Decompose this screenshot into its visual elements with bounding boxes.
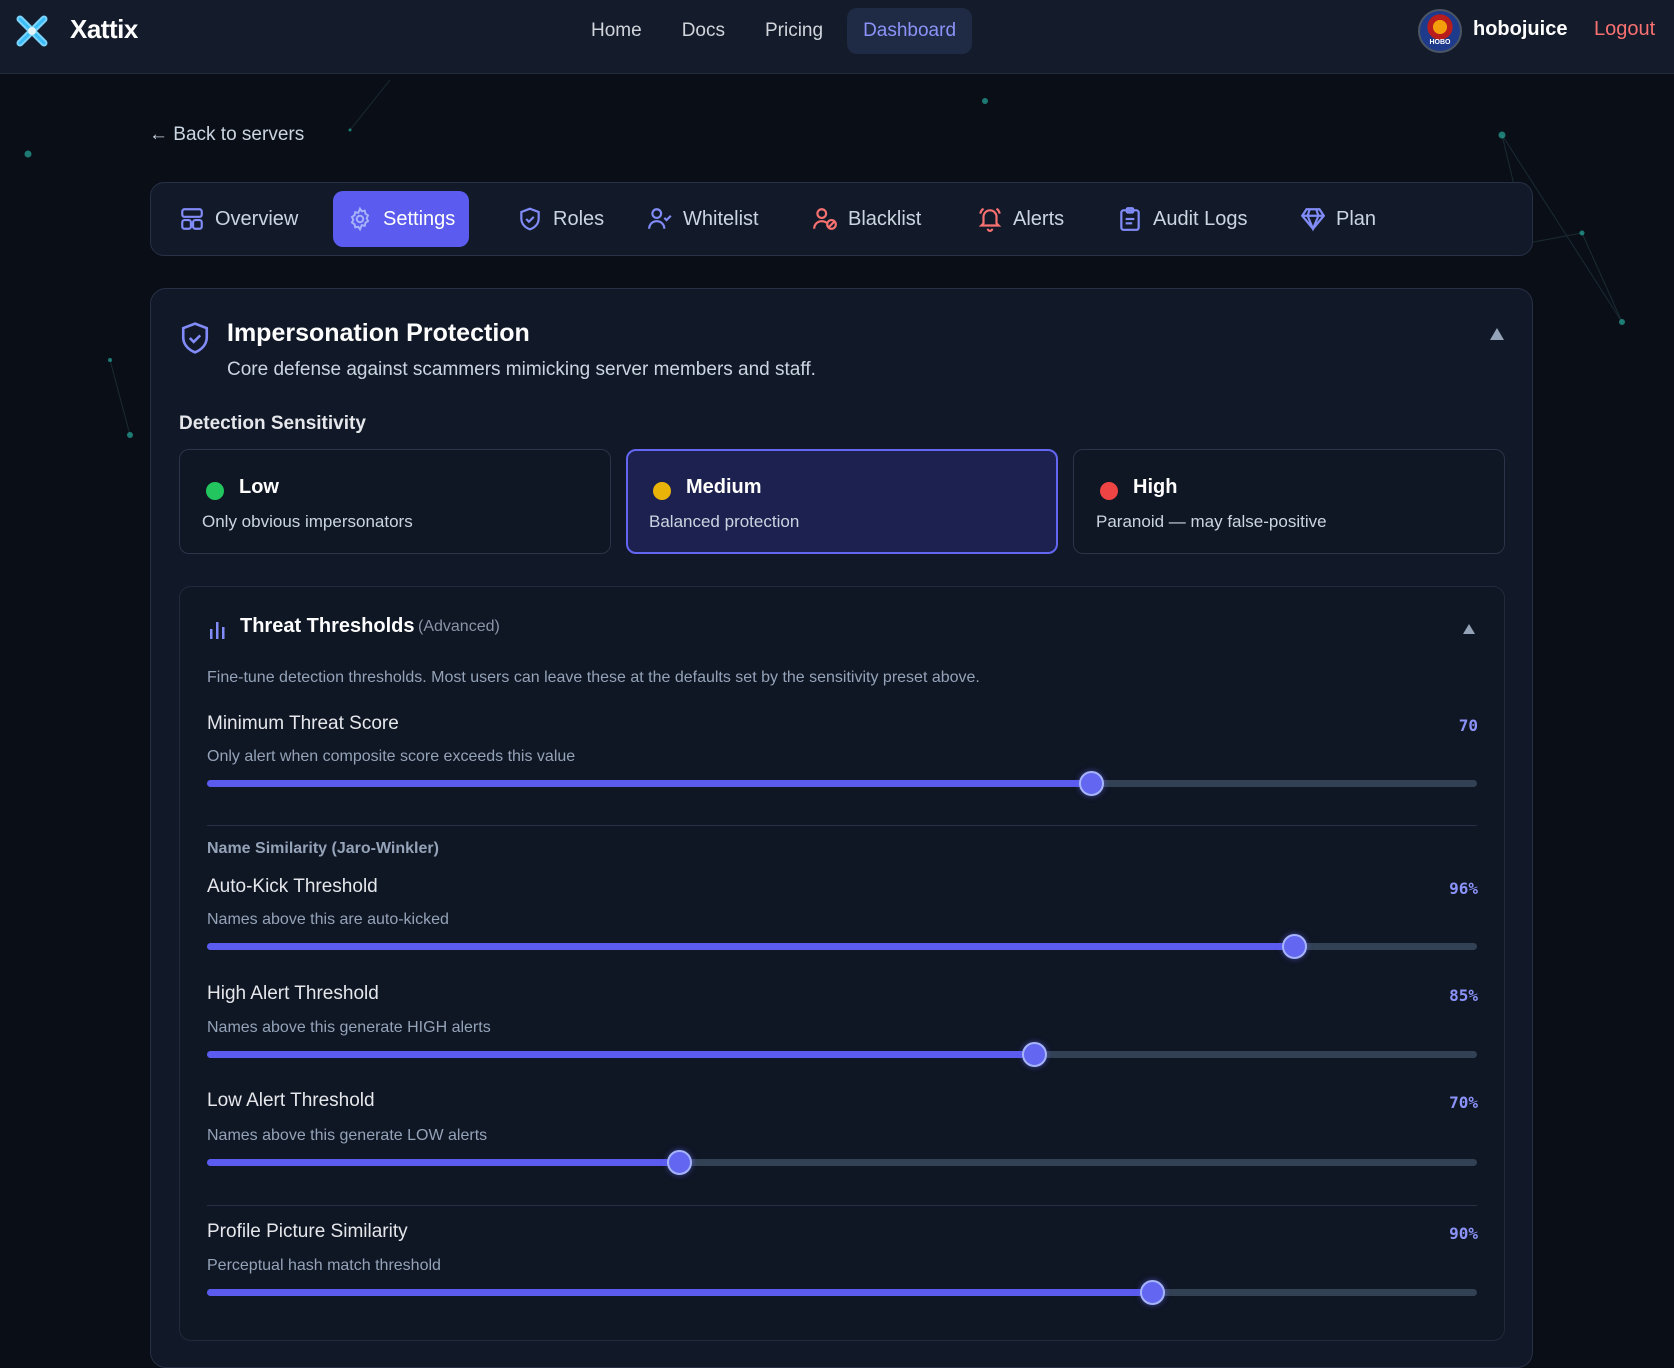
- user-check-icon: [648, 208, 672, 229]
- auto-kick-slider[interactable]: [207, 934, 1477, 959]
- option-name: Low: [239, 476, 279, 498]
- slider-fill: [207, 1051, 1034, 1058]
- tab-label: Audit Logs: [1153, 207, 1248, 230]
- sensitivity-option-medium[interactable]: Medium Balanced protection: [626, 449, 1058, 554]
- pfp-similarity-label: Profile Picture Similarity: [207, 1221, 408, 1242]
- low-alert-slider[interactable]: [207, 1150, 1477, 1175]
- layout-icon: [181, 208, 203, 230]
- low-alert-label: Low Alert Threshold: [207, 1090, 375, 1111]
- low-alert-help: Names above this generate LOW alerts: [207, 1127, 488, 1144]
- logout-link[interactable]: Logout: [1594, 18, 1655, 41]
- thresholds-description: Fine-tune detection thresholds. Most use…: [207, 669, 980, 686]
- min-score-slider[interactable]: [207, 771, 1477, 796]
- sensitivity-option-high[interactable]: High Paranoid — may false-positive: [1073, 449, 1505, 554]
- tab-overview[interactable]: Overview: [165, 191, 312, 247]
- slider-handle[interactable]: [667, 1150, 693, 1175]
- impersonation-protection-card: Impersonation Protection Core defense ag…: [150, 288, 1533, 1368]
- username[interactable]: hobojuice: [1473, 18, 1567, 41]
- option-desc: Only obvious impersonators: [202, 512, 413, 531]
- divider: [207, 1205, 1477, 1206]
- nav-home[interactable]: Home: [575, 8, 658, 54]
- nav-pricing[interactable]: Pricing: [749, 8, 839, 54]
- bar-chart-icon: [210, 622, 225, 639]
- status-dot-green: [206, 482, 224, 500]
- auto-kick-help: Names above this are auto-kicked: [207, 911, 449, 928]
- auto-kick-label: Auto-Kick Threshold: [207, 876, 378, 897]
- pfp-similarity-slider[interactable]: [207, 1280, 1477, 1305]
- bell-icon: [978, 207, 1002, 232]
- pfp-similarity-help: Perceptual hash match threshold: [207, 1257, 441, 1274]
- tab-label: Roles: [553, 207, 605, 230]
- pfp-similarity-value: 90%: [1449, 1224, 1478, 1243]
- min-score-value: 70: [1458, 716, 1478, 735]
- brand-name[interactable]: Xattix: [70, 14, 138, 45]
- tab-blacklist[interactable]: Blacklist: [798, 191, 935, 247]
- shield-icon: [520, 207, 540, 231]
- high-alert-label: High Alert Threshold: [207, 983, 379, 1004]
- threat-thresholds-panel: Threat Thresholds (Advanced) Fine-tune d…: [179, 586, 1505, 1341]
- min-score-help: Only alert when composite score exceeds …: [207, 748, 576, 765]
- high-alert-slider[interactable]: [207, 1042, 1477, 1067]
- nav-dashboard[interactable]: Dashboard: [847, 8, 973, 54]
- option-name: Medium: [686, 476, 762, 498]
- divider: [207, 825, 1477, 826]
- tab-settings[interactable]: Settings: [333, 191, 470, 247]
- slider-fill: [207, 780, 1091, 787]
- nav-docs[interactable]: Docs: [666, 8, 741, 54]
- tab-label: Overview: [215, 207, 299, 230]
- user-block-icon: [813, 208, 837, 230]
- slider-handle[interactable]: [1139, 1280, 1165, 1305]
- slider-handle[interactable]: [1281, 934, 1307, 959]
- tab-label: Blacklist: [848, 207, 922, 230]
- section-subtitle: Core defense against scammers mimicking …: [227, 359, 816, 380]
- status-dot-yellow: [653, 482, 671, 500]
- min-score-label: Minimum Threat Score: [207, 713, 399, 734]
- sensitivity-label: Detection Sensitivity: [179, 413, 366, 434]
- back-to-servers-link[interactable]: ← Back to servers: [149, 124, 304, 146]
- slider-handle[interactable]: [1021, 1042, 1047, 1067]
- advanced-tag: (Advanced): [418, 618, 500, 635]
- tab-label: Plan: [1336, 207, 1377, 230]
- option-name: High: [1133, 476, 1178, 498]
- gear-icon: [350, 206, 370, 232]
- low-alert-value: 70%: [1449, 1093, 1478, 1112]
- high-alert-help: Names above this generate HIGH alerts: [207, 1019, 491, 1036]
- avatar[interactable]: HOBO: [1418, 9, 1462, 53]
- tab-plan[interactable]: Plan: [1286, 191, 1390, 247]
- slider-handle[interactable]: [1078, 771, 1104, 796]
- sensitivity-option-low[interactable]: Low Only obvious impersonators: [179, 449, 611, 554]
- server-tabs: Overview Settings Roles Whitelist Blackl…: [150, 182, 1533, 256]
- section-title: Impersonation Protection: [227, 319, 530, 347]
- tab-roles[interactable]: Roles: [503, 191, 618, 247]
- status-dot-red: [1100, 482, 1118, 500]
- auto-kick-value: 96%: [1449, 879, 1478, 898]
- name-similarity-group-label: Name Similarity (Jaro-Winkler): [207, 840, 439, 857]
- clipboard-icon: [1120, 207, 1140, 231]
- diamond-icon: [1300, 208, 1326, 232]
- tab-label: Settings: [383, 207, 456, 230]
- top-navbar: Xattix Home Docs Pricing Dashboard HOBO …: [0, 0, 1674, 74]
- tab-alerts[interactable]: Alerts: [963, 191, 1078, 247]
- collapse-caret-icon[interactable]: [1462, 623, 1476, 635]
- thresholds-title: Threat Thresholds: [240, 615, 415, 637]
- collapse-caret-icon[interactable]: [1489, 327, 1505, 341]
- shield-icon: [181, 322, 209, 354]
- tab-label: Alerts: [1013, 207, 1065, 230]
- avatar-text: HOBO: [1429, 39, 1451, 46]
- slider-fill: [207, 943, 1294, 950]
- tab-whitelist[interactable]: Whitelist: [633, 191, 773, 247]
- option-desc: Paranoid — may false-positive: [1096, 512, 1327, 531]
- tab-audit-logs[interactable]: Audit Logs: [1103, 191, 1262, 247]
- tab-label: Whitelist: [683, 207, 759, 230]
- slider-fill: [207, 1159, 680, 1166]
- xattix-logo-icon[interactable]: [14, 13, 50, 49]
- nav-links: Home Docs Pricing Dashboard: [575, 8, 973, 54]
- slider-fill: [207, 1289, 1152, 1296]
- high-alert-value: 85%: [1449, 986, 1478, 1005]
- option-desc: Balanced protection: [649, 512, 800, 531]
